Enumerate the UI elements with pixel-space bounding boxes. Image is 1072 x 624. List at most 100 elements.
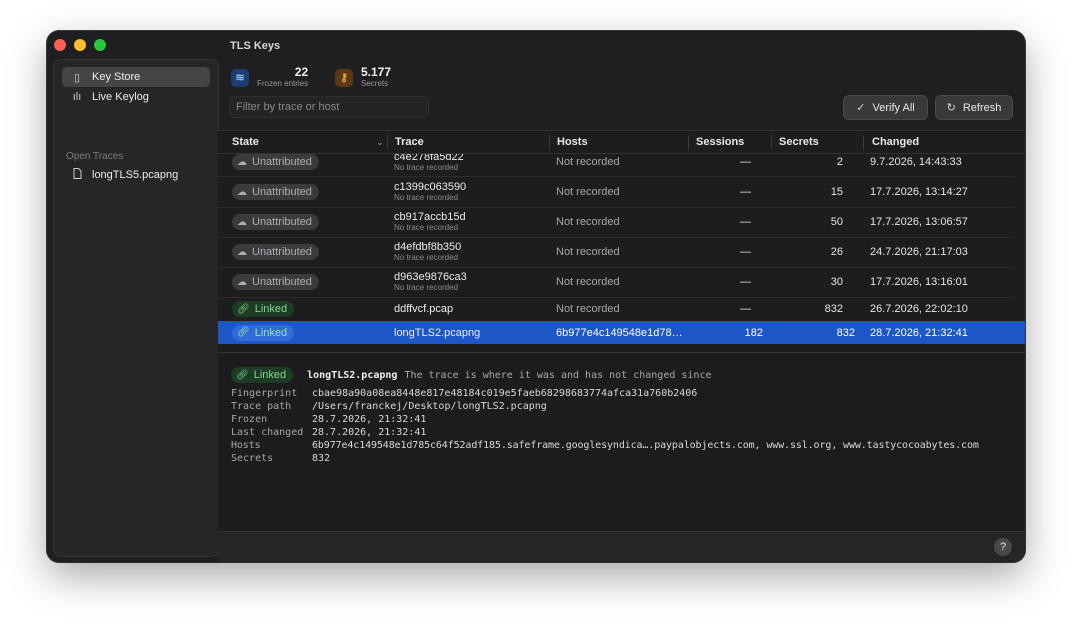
stack-icon: ≋ bbox=[231, 68, 249, 87]
column-header-secrets[interactable]: Secrets bbox=[779, 136, 819, 148]
trace-subtitle: No trace recorded bbox=[394, 253, 459, 262]
column-header-changed[interactable]: Changed bbox=[872, 136, 919, 148]
status-badge-label: Unattributed bbox=[252, 276, 312, 288]
stat-label: Frozen entries bbox=[257, 79, 309, 88]
detail-field-key: Hosts bbox=[231, 440, 261, 451]
status-badge: 🔗︎ Linked bbox=[231, 367, 294, 383]
cell-hosts: Not recorded bbox=[556, 276, 620, 288]
key-table: State ⌄ Trace Hosts Sessions Secrets Cha… bbox=[218, 130, 1025, 352]
status-badge: 🔗︎ Linked bbox=[232, 324, 295, 341]
status-badge: 🔗︎ Linked bbox=[232, 301, 295, 317]
sidebar-item-label: Live Keylog bbox=[92, 91, 149, 103]
detail-field-value: 832 bbox=[312, 453, 331, 464]
table-row[interactable]: 🔗︎ Linked ddffvcf.pcap Not recorded — 832 26.7… bbox=[218, 297, 1013, 322]
cell-hosts: Not recorded bbox=[556, 156, 620, 168]
status-badge-label: Unattributed bbox=[252, 156, 312, 168]
checkmark-seal-icon: ✓ bbox=[856, 102, 866, 114]
trace-subtitle: No trace recorded bbox=[394, 223, 459, 232]
cell-secrets: 15 bbox=[830, 186, 843, 198]
cell-sessions: — bbox=[740, 186, 751, 198]
cell-sessions: — bbox=[740, 276, 751, 288]
status-badge-label: Unattributed bbox=[252, 186, 312, 198]
filter-input[interactable]: Filter by trace or host bbox=[229, 96, 429, 118]
sidebar-item-live-keylog[interactable]: ılı Live Keylog bbox=[62, 87, 210, 107]
status-badge: ☁︎ Unattributed bbox=[232, 184, 319, 200]
detail-field-fingerprint: Fingerprint cbae98a90a08ea8448e817e48184c… bbox=[231, 387, 697, 400]
trace-name: ddffvcf.pcap bbox=[394, 303, 454, 315]
cell-state: ☁︎ Unattributed bbox=[232, 237, 319, 267]
trace-name: c4e278fa5d22 bbox=[394, 154, 464, 163]
cell-changed: 24.7.2026, 21:17:03 bbox=[870, 246, 968, 258]
detail-field-hosts: Hosts 6b977e4c149548e1d785c64f52adf185.sa… bbox=[231, 439, 979, 452]
cell-hosts: 6b977e4c149548e1d78… bbox=[556, 326, 683, 339]
cell-changed: 9.7.2026, 14:43:33 bbox=[870, 156, 962, 168]
waveform-icon: ılı bbox=[72, 91, 82, 103]
cell-changed: 17.7.2026, 13:16:01 bbox=[870, 276, 968, 288]
cell-state: ☁︎ Unattributed bbox=[232, 177, 319, 207]
table-row[interactable]: ☁︎ Unattributed c1399c063590 No trace recor… bbox=[218, 177, 1013, 208]
cell-trace: longTLS2.pcapng bbox=[394, 321, 480, 344]
column-header-hosts[interactable]: Hosts bbox=[557, 136, 588, 148]
detail-field-value: 6b977e4c149548e1d785c64f52adf185.safefra… bbox=[312, 440, 979, 451]
sidebar-item-label: Key Store bbox=[92, 71, 141, 83]
cell-secrets: 26 bbox=[830, 246, 843, 258]
table-row[interactable]: 🔗︎ Linked longTLS2.pcapng 6b977e4c149548e1d… bbox=[218, 321, 1025, 344]
cell-changed: 17.7.2026, 13:06:57 bbox=[870, 216, 968, 228]
verify-all-label: Verify All bbox=[872, 101, 915, 114]
trace-name: cb917accb15d bbox=[394, 211, 466, 223]
status-badge: ☁︎ Unattributed bbox=[232, 274, 319, 290]
table-row[interactable]: ☁︎ Unattributed d963e9876ca3 No trace recor… bbox=[218, 267, 1013, 298]
sidebar-item-label: longTLS5.pcapng bbox=[92, 169, 179, 181]
close-window-button[interactable] bbox=[54, 39, 66, 51]
detail-field-value: cbae98a90a08ea8448e817e48184c019e5faeb68… bbox=[312, 388, 698, 399]
cell-hosts: Not recorded bbox=[556, 303, 620, 315]
cell-state: ☁︎ Unattributed bbox=[232, 267, 319, 297]
cell-state: 🔗︎ Linked bbox=[232, 321, 295, 344]
stat-secrets: ⚷ 5.177 Secrets bbox=[335, 66, 391, 89]
sidebar-item-trace[interactable]: longTLS5.pcapng bbox=[62, 165, 210, 185]
detail-field-frozen: Frozen 28.7.2026, 21:32:41 bbox=[231, 413, 426, 426]
column-header-sessions[interactable]: Sessions bbox=[696, 136, 744, 148]
cell-trace: ddffvcf.pcap bbox=[394, 297, 453, 321]
column-header-state[interactable]: State bbox=[232, 136, 259, 148]
status-badge: ☁︎ Unattributed bbox=[232, 244, 319, 260]
sidebar: ▯ Key Store ılı Live Keylog Open Traces … bbox=[53, 59, 219, 557]
detail-field-value: 28.7.2026, 21:32:41 bbox=[312, 414, 427, 425]
cell-changed: 17.7.2026, 13:14:27 bbox=[870, 186, 968, 198]
refresh-label: Refresh bbox=[962, 101, 1002, 114]
table-row[interactable]: ☁︎ Unattributed c4e278fa5d22 No trace recor… bbox=[218, 154, 1013, 177]
help-button[interactable]: ? bbox=[994, 538, 1012, 556]
refresh-icon: ↻ bbox=[946, 102, 956, 114]
detail-field-secrets: Secrets 832 bbox=[231, 452, 330, 465]
status-badge-label: Unattributed bbox=[252, 216, 312, 228]
window-title: TLS Keys bbox=[230, 40, 281, 52]
link-icon: 🔗︎ bbox=[237, 303, 250, 315]
chevron-down-icon[interactable]: ⌄ bbox=[376, 137, 384, 148]
cloud-slash-icon: ☁︎ bbox=[237, 216, 247, 228]
table-row[interactable]: ☁︎ Unattributed d4efdbf8b350 No trace recor… bbox=[218, 237, 1013, 268]
column-divider bbox=[688, 135, 689, 150]
cell-hosts: Not recorded bbox=[556, 186, 620, 198]
link-icon: 🔗︎ bbox=[237, 327, 250, 338]
trace-name: c1399c063590 bbox=[394, 181, 467, 193]
zoom-window-button[interactable] bbox=[94, 39, 106, 51]
cloud-slash-icon: ☁︎ bbox=[237, 246, 247, 258]
sidebar-item-key-store[interactable]: ▯ Key Store bbox=[62, 67, 210, 87]
minimize-window-button[interactable] bbox=[74, 39, 86, 51]
trace-subtitle: No trace recorded bbox=[394, 193, 459, 202]
detail-summary: 🔗︎ Linked longTLS2.pcapng The trace is w… bbox=[231, 367, 711, 383]
trace-name: longTLS2.pcapng bbox=[394, 326, 481, 339]
trace-name: d963e9876ca3 bbox=[394, 271, 467, 283]
table-row[interactable]: ☁︎ Unattributed cb917accb15d No trace recor… bbox=[218, 207, 1013, 238]
refresh-button[interactable]: ↻ Refresh bbox=[935, 95, 1013, 120]
cell-changed: 26.7.2026, 22:02:10 bbox=[870, 303, 968, 315]
detail-field-trace-path: Trace path/Users/franckej/Desktop/longTL… bbox=[231, 400, 547, 413]
cell-secrets: 832 bbox=[836, 326, 855, 339]
cell-secrets: 30 bbox=[830, 276, 843, 288]
table-body: ☁︎ Unattributed c4e278fa5d22 No trace recor… bbox=[218, 154, 1025, 352]
verify-all-button[interactable]: ✓ Verify All bbox=[843, 95, 928, 120]
trace-subtitle: No trace recorded bbox=[394, 283, 459, 292]
column-header-trace[interactable]: Trace bbox=[395, 136, 424, 148]
detail-field-key: Frozen bbox=[231, 414, 268, 425]
cloud-slash-icon: ☁︎ bbox=[237, 186, 247, 198]
